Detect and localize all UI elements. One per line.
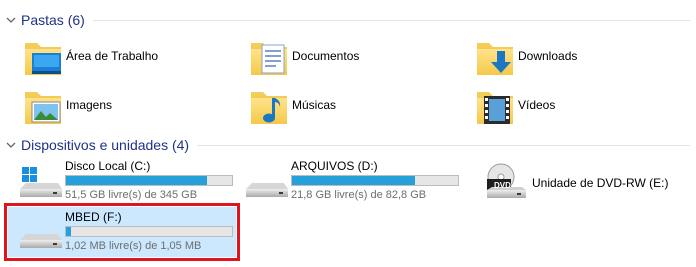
hard-drive-icon xyxy=(246,183,288,197)
folder-item-desktop[interactable]: Área de Trabalho xyxy=(22,37,232,81)
drive-item-c[interactable]: Disco Local (C:) 51,5 GB livre(s) de 345… xyxy=(17,159,237,205)
drive-usage-fill xyxy=(66,176,208,185)
drive-usage-bar xyxy=(291,175,459,186)
folder-name: Documentos xyxy=(292,49,360,63)
folder-name: Vídeos xyxy=(518,98,556,112)
dvd-text: DVD xyxy=(494,181,511,190)
drive-usage-bar xyxy=(65,175,233,186)
drive-free-space: 21,8 GB livre(s) de 82,8 GB xyxy=(291,189,427,201)
folders-group-header[interactable]: Pastas (6) xyxy=(0,9,696,31)
folder-item-videos[interactable]: Vídeos xyxy=(474,86,684,130)
group-divider xyxy=(92,19,690,21)
drive-name: ARQUIVOS (D:) xyxy=(291,159,378,173)
folder-item-downloads[interactable]: Downloads xyxy=(474,37,684,81)
videos-folder-icon xyxy=(477,92,513,124)
group-divider xyxy=(197,144,690,146)
music-folder-icon xyxy=(251,92,287,124)
drive-item-e[interactable]: Unidade de DVD-RW (E:) xyxy=(486,160,686,206)
folder-item-documents[interactable]: Documentos xyxy=(248,37,458,81)
drives-group-title: Dispositivos e unidades (4) xyxy=(21,137,190,153)
downloads-folder-icon xyxy=(477,43,513,75)
drives-group-header[interactable]: Dispositivos e unidades (4) xyxy=(0,134,696,156)
folder-name: Músicas xyxy=(292,98,337,112)
drive-name: Disco Local (C:) xyxy=(65,159,151,173)
folders-group-title: Pastas (6) xyxy=(21,12,85,28)
pictures-folder-icon xyxy=(25,92,61,124)
chevron-down-icon[interactable] xyxy=(5,14,17,26)
folder-name: Downloads xyxy=(518,49,578,63)
chevron-down-icon[interactable] xyxy=(5,139,17,151)
folder-item-music[interactable]: Músicas xyxy=(248,86,458,130)
highlight-frame xyxy=(4,203,240,261)
desktop-folder-icon xyxy=(25,43,61,75)
drive-free-space: 51,5 GB livre(s) de 345 GB xyxy=(65,189,198,201)
drive-name: Unidade de DVD-RW (E:) xyxy=(532,176,669,190)
drive-item-d[interactable]: ARQUIVOS (D:) 21,8 GB livre(s) de 82,8 G… xyxy=(243,159,463,205)
folder-item-pictures[interactable]: Imagens xyxy=(22,86,232,130)
windows-drive-icon xyxy=(20,167,62,197)
documents-folder-icon xyxy=(251,43,287,75)
dvd-label: DVD xyxy=(494,181,511,190)
drive-usage-fill xyxy=(292,176,415,185)
folder-name: Área de Trabalho xyxy=(66,49,159,63)
folder-name: Imagens xyxy=(66,98,113,112)
